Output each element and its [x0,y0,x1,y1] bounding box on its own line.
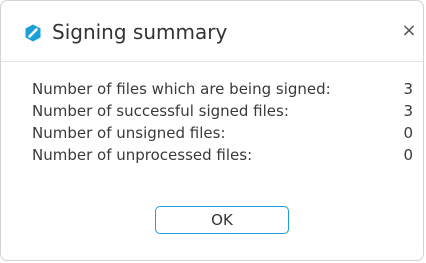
summary-row-label: Number of files which are being signed: [32,80,331,98]
summary-row-label: Number of successful signed files: [32,102,289,120]
summary-list: Number of files which are being signed: … [32,78,418,166]
summary-row-files-being-signed: Number of files which are being signed: … [32,78,418,100]
close-icon[interactable]: × [399,20,419,42]
dialog-titlebar: Signing summary × [1,1,423,62]
summary-row-unsigned: Number of unsigned files: 0 [32,122,418,144]
summary-row-unprocessed: Number of unprocessed files: 0 [32,144,418,166]
signing-summary-dialog: Signing summary × Number of files which … [0,0,424,261]
summary-row-value: 3 [403,80,413,98]
summary-row-successful-signed: Number of successful signed files: 3 [32,100,418,122]
summary-row-value: 3 [403,102,413,120]
dialog-title: Signing summary [52,20,228,44]
summary-row-value: 0 [403,124,413,142]
summary-row-label: Number of unprocessed files: [32,146,253,164]
ok-button[interactable]: OK [155,206,289,234]
app-logo-icon [24,24,42,42]
summary-row-label: Number of unsigned files: [32,124,226,142]
summary-row-value: 0 [403,146,413,164]
